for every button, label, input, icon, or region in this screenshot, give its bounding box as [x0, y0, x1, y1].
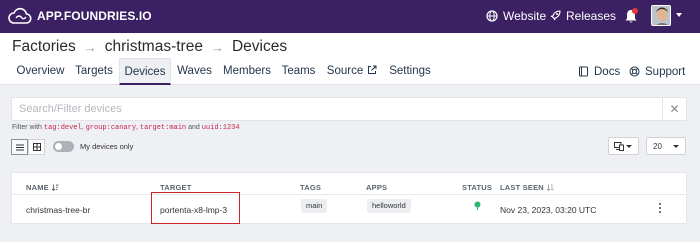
chevron-down-icon[interactable] [676, 13, 682, 17]
device-name[interactable]: christmas-tree-br [26, 205, 90, 215]
chevron-down-icon [626, 145, 632, 148]
docs-label: Docs [594, 65, 621, 78]
tab-source-label: Source [326, 65, 364, 77]
user-photo-icon [652, 6, 670, 25]
releases-link[interactable]: Releases [549, 9, 616, 23]
search-input[interactable] [12, 98, 662, 120]
filter-hint: Filter with tag:devel, group:canary, tar… [12, 124, 240, 132]
column-header-last-seen[interactable]: LAST SEEN [500, 183, 554, 192]
page-size-value: 20 [653, 141, 662, 151]
factory-tabs: Overview Targets Devices Waves Members T… [0, 58, 700, 85]
cloud-logo-icon[interactable] [8, 7, 32, 25]
chevron-down-icon [673, 145, 679, 148]
tab-devices[interactable]: Devices [119, 58, 171, 85]
column-header-apps: APPS [366, 183, 388, 192]
devices-table: NAME TARGET TAGS APPS STATUS LAST SEEN c… [11, 172, 687, 224]
breadcrumb-factory[interactable]: christmas-tree [105, 38, 203, 56]
tab-source[interactable]: Source [321, 58, 383, 85]
columns-menu-button[interactable] [608, 137, 639, 155]
breadcrumb-current: Devices [231, 38, 288, 55]
toggle-knob [55, 143, 62, 150]
sort-icon [51, 184, 59, 191]
tab-overview[interactable]: Overview [12, 58, 69, 85]
tab-settings[interactable]: Settings [383, 58, 437, 85]
external-link-icon [368, 65, 377, 74]
arrow-right-icon: → [83, 39, 97, 55]
device-target: portenta-x8-lmp-3 [160, 205, 228, 215]
hint-example: uuid:1234 [201, 124, 240, 132]
list-view-button[interactable] [11, 139, 28, 155]
hint-example: target:main [139, 124, 187, 132]
website-label: Website [503, 9, 547, 23]
column-header-label: LAST SEEN [500, 183, 544, 192]
tag-chip: main [301, 199, 328, 213]
support-link[interactable]: Support [629, 58, 685, 85]
column-header-label: NAME [26, 183, 49, 192]
hint-prefix: Filter with [12, 124, 42, 131]
column-header-tags: TAGS [300, 183, 322, 192]
notification-badge [632, 8, 638, 14]
grid-view-button[interactable] [28, 139, 45, 155]
clear-search-button[interactable]: ✕ [662, 98, 686, 120]
app-chip: helloworld [367, 199, 411, 213]
page-header: Factories → christmas-tree → Devices Ove… [0, 33, 700, 85]
status-online-icon [474, 201, 481, 210]
globe-icon [486, 10, 498, 22]
sort-icon [546, 184, 554, 191]
brand-name[interactable]: APP.FOUNDRIES.IO [37, 9, 152, 23]
book-icon [579, 66, 588, 77]
row-menu-icon[interactable] [657, 202, 663, 214]
devices-icon [614, 141, 624, 151]
search-box: ✕ [11, 97, 687, 121]
support-label: Support [645, 65, 686, 78]
releases-label: Releases [566, 9, 617, 23]
hint-and: and [188, 124, 200, 131]
header-divider [12, 194, 686, 195]
column-header-status: STATUS [462, 183, 493, 192]
my-devices-toggle[interactable] [53, 141, 74, 152]
my-devices-label: My devices only [80, 142, 134, 151]
rocket-icon [550, 10, 561, 21]
avatar[interactable] [651, 5, 671, 26]
breadcrumb-factories[interactable]: Factories [12, 38, 76, 56]
device-last-seen: Nov 23, 2023, 03:20 UTC [500, 205, 597, 215]
hint-example: tag:devel [43, 124, 82, 132]
page-size-select[interactable]: 20 [646, 137, 686, 155]
column-header-name[interactable]: NAME [26, 183, 59, 192]
tab-targets[interactable]: Targets [69, 58, 119, 85]
grid-icon [32, 143, 41, 151]
tab-waves[interactable]: Waves [171, 58, 218, 85]
docs-link[interactable]: Docs [578, 58, 620, 85]
website-link[interactable]: Website [486, 9, 546, 23]
tab-members[interactable]: Members [218, 58, 276, 85]
column-header-target: TARGET [160, 183, 192, 192]
list-icon [15, 144, 24, 150]
hint-example: group:canary [85, 124, 137, 132]
arrow-right-icon: → [210, 39, 224, 55]
lifebuoy-icon [629, 66, 640, 77]
breadcrumb: Factories → christmas-tree → Devices [12, 38, 287, 56]
tab-teams[interactable]: Teams [276, 58, 321, 85]
top-navbar: APP.FOUNDRIES.IO Website Releases [0, 0, 700, 33]
